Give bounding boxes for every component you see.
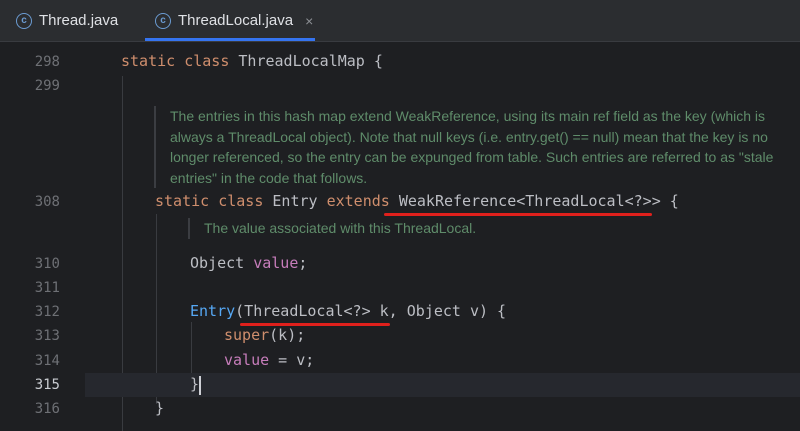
- constructor-params: (ThreadLocal<?> k, Object v) {: [235, 302, 507, 320]
- keyword: extends: [326, 192, 399, 210]
- close-icon[interactable]: ×: [305, 13, 313, 29]
- code-line-314: value = v;: [224, 351, 314, 369]
- code-line-298: static class ThreadLocalMap {: [121, 52, 383, 70]
- tab-thread-java[interactable]: c Thread.java: [16, 0, 118, 41]
- code-line-316: }: [155, 399, 164, 417]
- tab-threadlocal-java[interactable]: c ThreadLocal.java ×: [155, 0, 313, 41]
- line-number: 313: [34, 328, 60, 344]
- tab-label: Thread.java: [39, 12, 119, 29]
- text-caret: [199, 376, 201, 395]
- line-number: 298: [34, 54, 60, 70]
- doc-comment-entries: The entries in this hash map extend Weak…: [154, 106, 790, 188]
- code-editor[interactable]: 298 299 308 310 311 312 313 314 315 316 …: [0, 42, 800, 431]
- line-number: 310: [34, 256, 60, 272]
- class-name: ThreadLocalMap {: [238, 52, 383, 70]
- indent-guide: [191, 322, 192, 374]
- assignment: = v;: [269, 351, 315, 369]
- code-line-315: }: [190, 375, 199, 393]
- java-class-icon: c: [155, 12, 171, 29]
- punctuation: ;: [298, 254, 308, 272]
- code-line-310: Object value;: [190, 254, 307, 272]
- field-name: value: [224, 351, 270, 369]
- field-name: value: [253, 254, 299, 272]
- line-number: 311: [34, 280, 60, 296]
- code-line-312: Entry(ThreadLocal<?> k, Object v) {: [190, 302, 506, 320]
- tab-label: ThreadLocal.java: [178, 12, 294, 29]
- keyword: static class: [155, 192, 273, 210]
- closing-brace: }: [155, 399, 165, 417]
- line-number: 312: [34, 304, 60, 320]
- call-args: (k);: [269, 326, 306, 344]
- code-line-308: static class Entry extends WeakReference…: [155, 192, 679, 210]
- line-number: 316: [34, 401, 60, 417]
- keyword: super: [224, 326, 270, 344]
- type-name: Object: [190, 254, 254, 272]
- code-line-313: super(k);: [224, 326, 305, 344]
- line-number-current: 315: [34, 377, 60, 393]
- constructor-name: Entry: [190, 302, 236, 320]
- closing-brace: }: [190, 375, 200, 393]
- red-underline-annotation: [384, 213, 652, 216]
- doc-comment-value: The value associated with this ThreadLoc…: [188, 218, 764, 239]
- line-number: 314: [34, 353, 60, 369]
- class-name: Entry: [272, 192, 327, 210]
- active-tab-indicator: [145, 38, 315, 41]
- java-class-icon: c: [16, 12, 32, 29]
- superclass-type: WeakReference<ThreadLocal<?>> {: [398, 192, 679, 210]
- line-number: 308: [34, 194, 60, 210]
- editor-tab-bar: c Thread.java c ThreadLocal.java ×: [0, 0, 800, 42]
- line-number: 299: [34, 78, 60, 94]
- keyword: static class: [121, 52, 239, 70]
